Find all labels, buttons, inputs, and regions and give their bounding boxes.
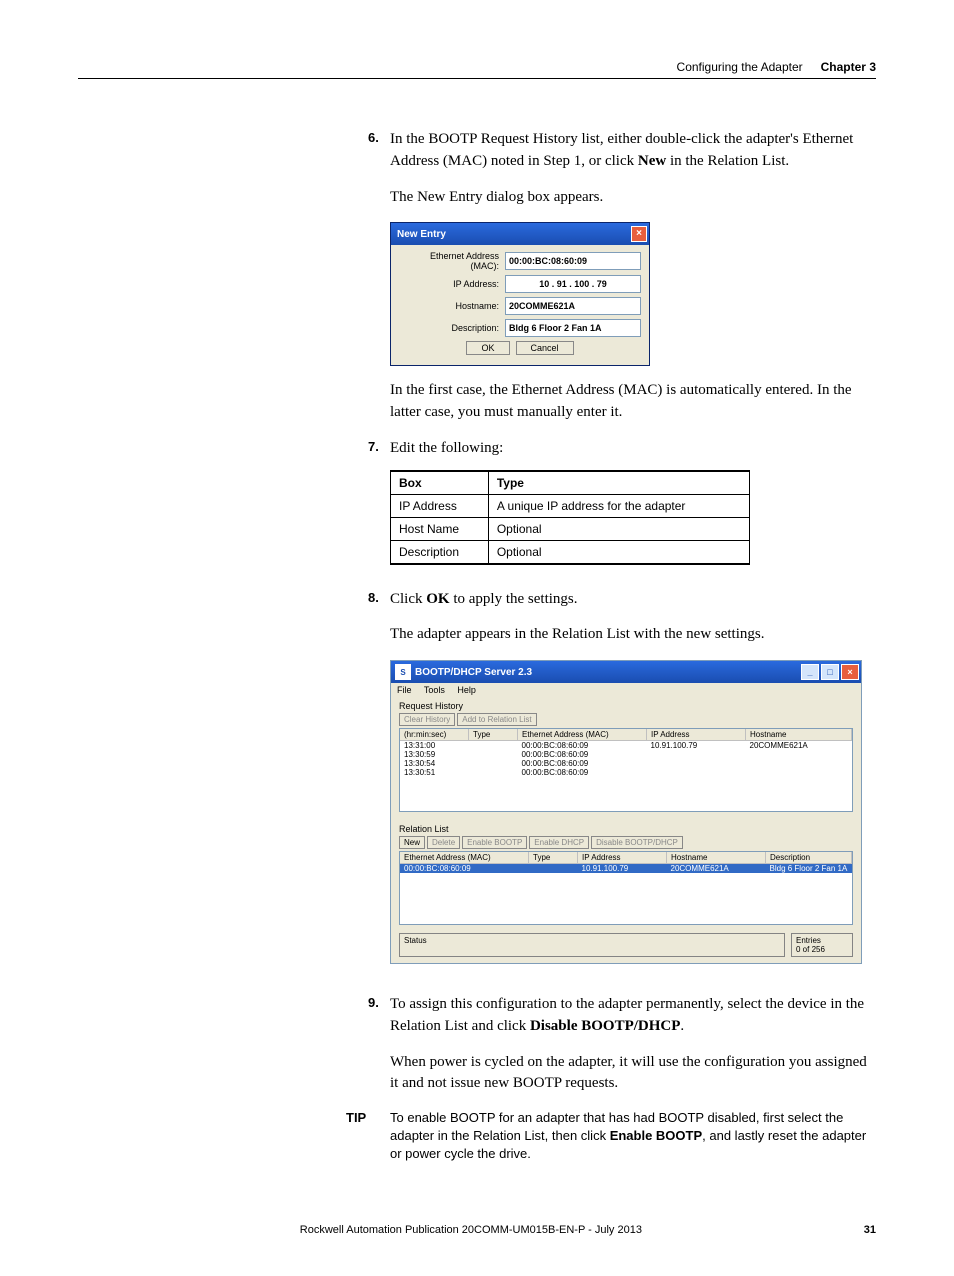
list-item[interactable]: 00:00:BC:08:60:09 10.91.100.79 20COMME62… [400, 864, 852, 874]
list-item[interactable]: 13:30:5400:00:BC:08:60:09 [400, 759, 852, 768]
cancel-button[interactable]: Cancel [516, 341, 574, 355]
menu-tools[interactable]: Tools [424, 685, 445, 695]
window-titlebar: S BOOTP/DHCP Server 2.3 _ □ × [391, 661, 861, 683]
entries-box: Entries 0 of 256 [791, 933, 853, 957]
list-item[interactable]: 13:30:5100:00:BC:08:60:09 [400, 768, 852, 777]
page-number: 31 [864, 1224, 876, 1236]
new-entry-dialog: New Entry × Ethernet Address (MAC): 00:0… [390, 222, 650, 366]
step-6: 6. In the BOOTP Request History list, ei… [368, 129, 876, 173]
step-text: Edit the following: [390, 438, 503, 460]
step-8: 8. Click OK to apply the settings. [368, 589, 876, 611]
mac-label: Ethernet Address (MAC): [399, 251, 505, 271]
edit-table: Box Type IP Address A unique IP address … [390, 470, 750, 565]
status-label: Status [399, 933, 785, 957]
hostname-label: Hostname: [399, 301, 505, 311]
request-history-list[interactable]: (hr:min:sec) Type Ethernet Address (MAC)… [399, 728, 853, 812]
step-number: 7. [368, 438, 390, 460]
table-row: Host Name Optional [391, 517, 750, 540]
enable-bootp-button[interactable]: Enable BOOTP [462, 836, 527, 849]
relation-list-label: Relation List [399, 824, 853, 834]
request-history-section: Request History Clear History Add to Rel… [391, 697, 861, 820]
delete-button[interactable]: Delete [427, 836, 460, 849]
ok-button[interactable]: OK [466, 341, 509, 355]
step-text: Click OK to apply the settings. [390, 589, 578, 611]
menu-bar: File Tools Help [391, 683, 861, 697]
request-history-label: Request History [399, 701, 853, 711]
step-number: 8. [368, 589, 390, 611]
page-header: Configuring the Adapter Chapter 3 [78, 60, 876, 79]
add-relation-button[interactable]: Add to Relation List [457, 713, 536, 726]
col-box: Box [391, 471, 489, 495]
enable-dhcp-button[interactable]: Enable DHCP [529, 836, 589, 849]
step-text: In the BOOTP Request History list, eithe… [390, 129, 876, 173]
chapter-label: Chapter 3 [821, 60, 876, 74]
window-title: BOOTP/DHCP Server 2.3 [415, 667, 532, 678]
table-row: IP Address A unique IP address for the a… [391, 494, 750, 517]
page-footer: Rockwell Automation Publication 20COMM-U… [78, 1224, 876, 1236]
list-item[interactable]: 13:30:5900:00:BC:08:60:09 [400, 750, 852, 759]
minimize-icon[interactable]: _ [801, 664, 819, 680]
ip-label: IP Address: [399, 279, 505, 289]
bootp-window: S BOOTP/DHCP Server 2.3 _ □ × File Tools… [390, 660, 862, 964]
menu-file[interactable]: File [397, 685, 412, 695]
publication-info: Rockwell Automation Publication 20COMM-U… [300, 1224, 642, 1236]
description-label: Description: [399, 323, 505, 333]
dialog-titlebar: New Entry × [391, 223, 649, 245]
new-button[interactable]: New [399, 836, 425, 849]
step-9-after: When power is cycled on the adapter, it … [390, 1052, 876, 1096]
maximize-icon[interactable]: □ [821, 664, 839, 680]
app-icon: S [395, 664, 411, 680]
step-6-after: The New Entry dialog box appears. [390, 187, 876, 209]
step-text: To assign this configuration to the adap… [390, 994, 876, 1038]
status-bar: Status Entries 0 of 256 [399, 933, 853, 957]
close-icon[interactable]: × [631, 226, 647, 242]
tip-label: TIP [346, 1109, 390, 1164]
step-number: 9. [368, 994, 390, 1038]
disable-bootp-dhcp-button[interactable]: Disable BOOTP/DHCP [591, 836, 683, 849]
step-7: 7. Edit the following: [368, 438, 876, 460]
col-type: Type [488, 471, 749, 495]
ip-input[interactable]: 10 . 91 . 100 . 79 [505, 275, 641, 293]
step-9: 9. To assign this configuration to the a… [368, 994, 876, 1038]
step-number: 6. [368, 129, 390, 173]
clear-history-button[interactable]: Clear History [399, 713, 455, 726]
step-6-followup: In the first case, the Ethernet Address … [390, 380, 876, 424]
step-8-after: The adapter appears in the Relation List… [390, 624, 876, 646]
hostname-input[interactable]: 20COMME621A [505, 297, 641, 315]
relation-list-section: Relation List New Delete Enable BOOTP En… [391, 820, 861, 933]
menu-help[interactable]: Help [457, 685, 476, 695]
description-input[interactable]: Bldg 6 Floor 2 Fan 1A [505, 319, 641, 337]
list-item[interactable]: 13:31:0000:00:BC:08:60:0910.91.100.7920C… [400, 741, 852, 751]
close-icon[interactable]: × [841, 664, 859, 680]
breadcrumb: Configuring the Adapter [677, 60, 803, 74]
dialog-title: New Entry [397, 229, 446, 240]
table-row: Description Optional [391, 540, 750, 564]
tip-text: To enable BOOTP for an adapter that has … [390, 1109, 876, 1164]
mac-input[interactable]: 00:00:BC:08:60:09 [505, 252, 641, 270]
relation-list[interactable]: Ethernet Address (MAC) Type IP Address H… [399, 851, 853, 925]
tip-block: TIP To enable BOOTP for an adapter that … [346, 1109, 876, 1164]
